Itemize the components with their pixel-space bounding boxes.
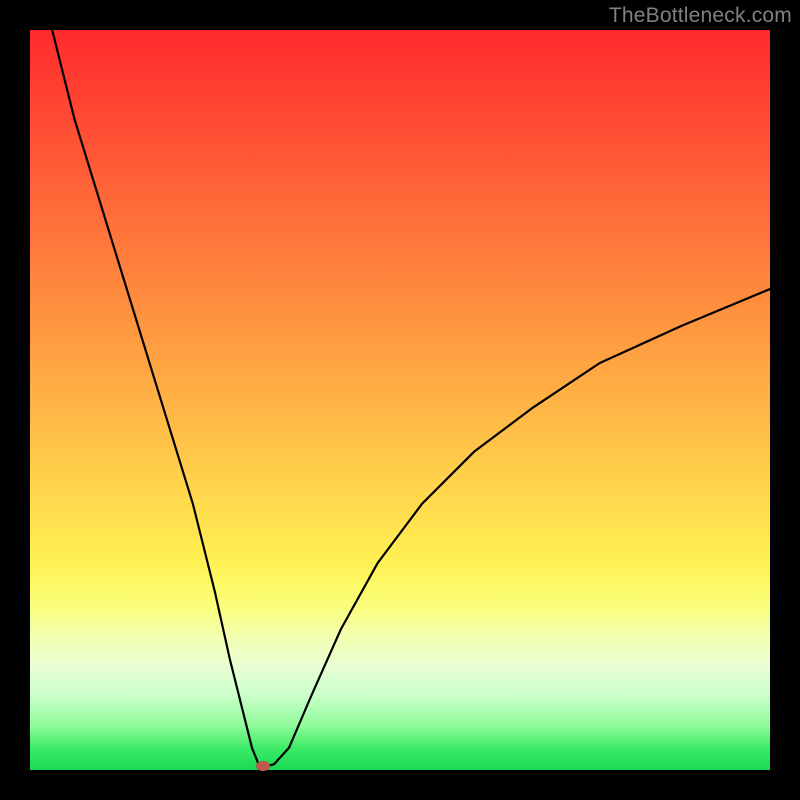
chart-frame: TheBottleneck.com (0, 0, 800, 800)
plot-area (30, 30, 770, 770)
highlight-marker (256, 761, 270, 771)
bottleneck-curve-path (52, 30, 770, 766)
watermark-label: TheBottleneck.com (609, 4, 792, 28)
curve-svg (30, 30, 770, 770)
